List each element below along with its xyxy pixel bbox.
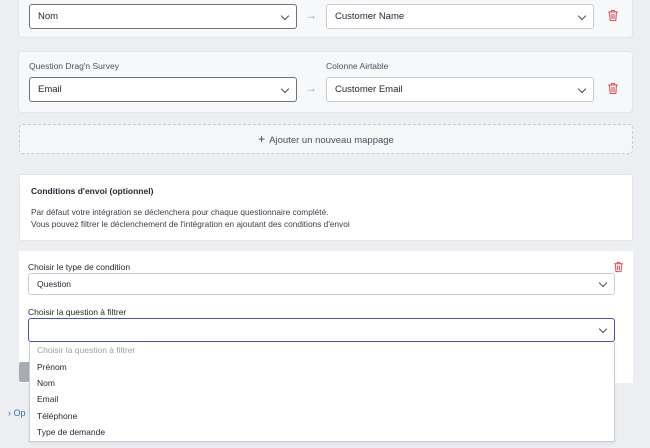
airtable-column-label: Colonne Airtable [326, 61, 389, 71]
add-mapping-label: Ajouter un nouveau mappage [269, 135, 394, 146]
chevron-down-icon [280, 11, 290, 21]
airtable-select-1-value: Customer Name [335, 11, 405, 22]
chevron-down-icon [577, 11, 587, 21]
dropdown-option[interactable]: Prénom [37, 362, 67, 372]
question-filter-label: Choisir la question à filtrer [28, 307, 127, 317]
question-select-1[interactable]: Nom [29, 4, 297, 29]
chevron-right-icon: › [8, 408, 11, 418]
chevron-down-icon [280, 84, 290, 94]
dropdown-option[interactable]: Nom [37, 378, 55, 388]
condition-type-label: Choisir le type de condition [28, 262, 131, 272]
question-select-1-value: Nom [38, 11, 59, 22]
plus-icon: + [258, 132, 266, 146]
dropdown-option[interactable]: Type de demande [37, 427, 105, 437]
question-column-label: Question Drag'n Survey [29, 61, 119, 71]
trash-icon[interactable] [613, 261, 624, 273]
chevron-down-icon [598, 324, 608, 334]
trash-icon[interactable] [607, 9, 619, 22]
question-filter-select[interactable] [28, 318, 615, 342]
chevron-down-icon [598, 278, 608, 288]
condition-type-select[interactable]: Question [28, 273, 615, 295]
conditions-description-1: Par défaut votre intégration se déclench… [31, 207, 329, 217]
condition-type-value: Question [37, 279, 72, 289]
question-select-2-value: Email [38, 84, 62, 95]
airtable-select-2-value: Customer Email [335, 84, 403, 95]
dropdown-placeholder-option[interactable]: Choisir la question à filtrer [37, 345, 135, 355]
trash-icon[interactable] [607, 82, 619, 95]
add-mapping-button[interactable]: + Ajouter un nouveau mappage [19, 124, 633, 154]
conditions-title: Conditions d'envoi (optionnel) [31, 186, 154, 196]
dropdown-option[interactable]: Email [37, 394, 58, 404]
options-link-label: Op [13, 408, 26, 418]
options-link[interactable]: › Op [8, 408, 26, 418]
conditions-info-card: Conditions d'envoi (optionnel) Par défau… [19, 174, 633, 241]
integration-mapping-page: Nom → Customer Name Question Drag'n Surv… [0, 0, 650, 448]
arrow-right-icon: → [305, 81, 317, 95]
question-select-2[interactable]: Email [29, 77, 297, 102]
chevron-down-icon [577, 84, 587, 94]
dropdown-option[interactable]: Téléphone [37, 411, 77, 421]
airtable-select-1[interactable]: Customer Name [326, 4, 594, 29]
conditions-description-2: Vous pouvez filtrer le déclenchement de … [31, 219, 350, 229]
question-dropdown-menu: Choisir la question à filtrer Prénom Nom… [29, 342, 615, 442]
arrow-right-icon: → [305, 8, 317, 22]
airtable-select-2[interactable]: Customer Email [326, 77, 594, 102]
